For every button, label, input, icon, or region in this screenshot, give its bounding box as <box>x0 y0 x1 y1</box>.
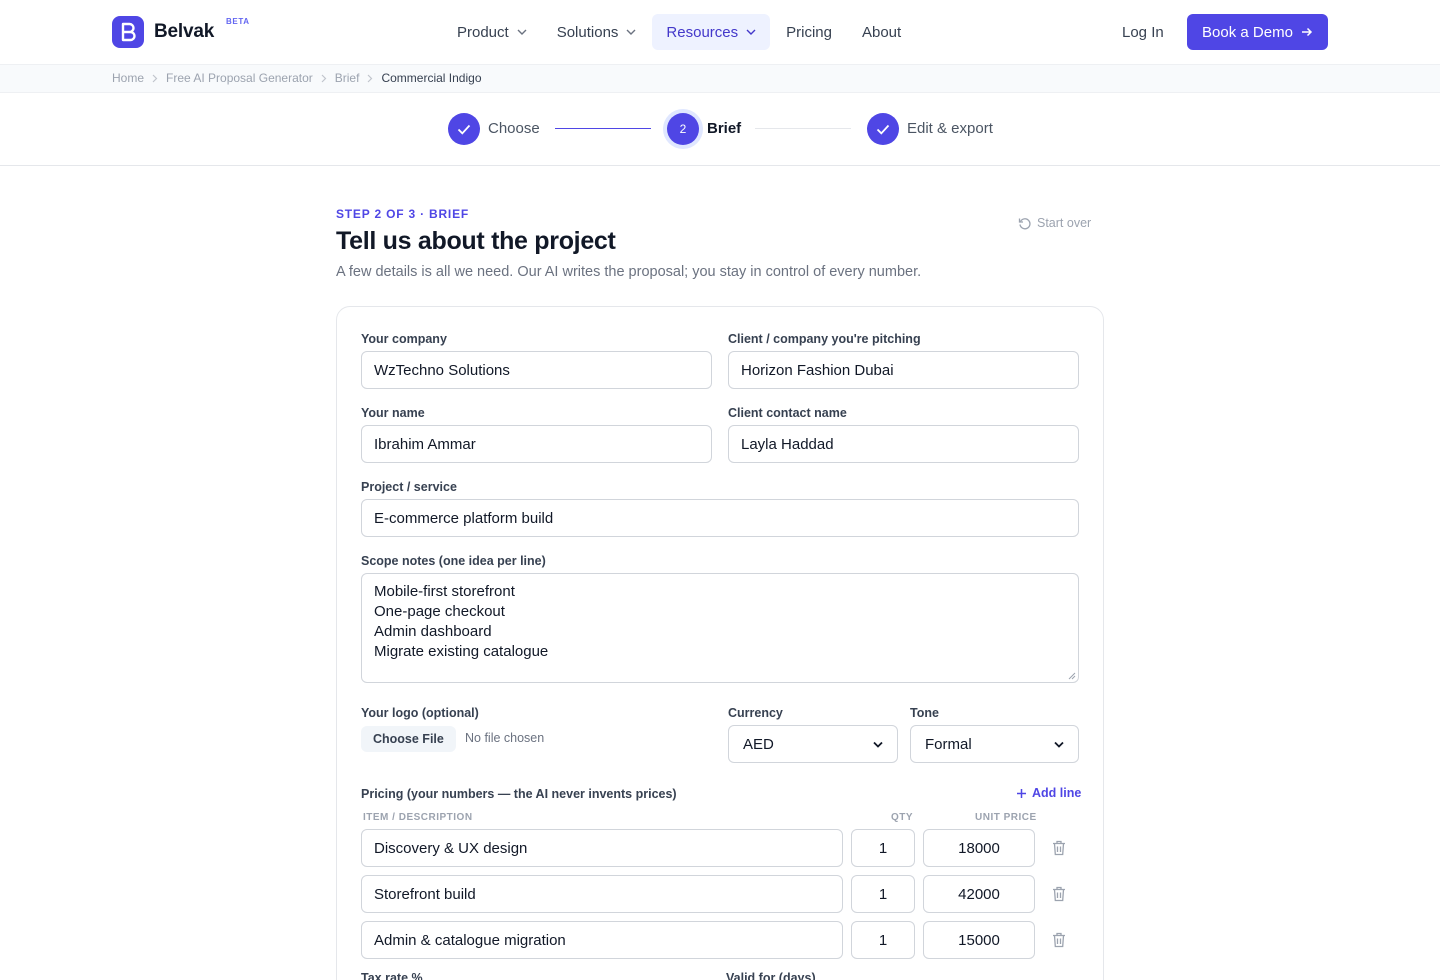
line-item-description[interactable]: Discovery & UX design <box>361 829 843 867</box>
client-contact-input[interactable]: Layla Haddad <box>728 425 1079 463</box>
step-brief-number: 2 <box>667 113 699 145</box>
trash-icon[interactable] <box>1052 840 1066 856</box>
nav-pricing[interactable]: Pricing <box>772 14 846 50</box>
nav-label: Resources <box>666 23 739 41</box>
resize-handle-icon[interactable] <box>1068 672 1076 680</box>
breadcrumb-home[interactable]: Home <box>112 71 144 85</box>
start-over-button[interactable]: Start over <box>1018 216 1091 230</box>
tone-select[interactable]: Formal <box>910 725 1079 763</box>
logo-b-icon <box>112 16 144 48</box>
breadcrumb-bar: Home Free AI Proposal Generator Brief Co… <box>0 64 1440 93</box>
chevron-down-icon <box>1054 741 1064 748</box>
your-name-label: Your name <box>361 406 425 420</box>
scope-line: Mobile-first storefront <box>374 583 515 600</box>
line-item-price[interactable]: 18000 <box>923 829 1035 867</box>
pricing-label: Pricing (your numbers — the AI never inv… <box>361 787 677 801</box>
nav-solutions[interactable]: Solutions <box>543 14 651 50</box>
breadcrumb-current: Commercial Indigo <box>381 71 482 85</box>
brand-logo[interactable]: Belvak <box>112 16 214 48</box>
project-label: Project / service <box>361 480 457 494</box>
project-input[interactable]: E-commerce platform build <box>361 499 1079 537</box>
your-company-label: Your company <box>361 332 447 346</box>
line-item-description[interactable]: Storefront build <box>361 875 843 913</box>
main-nav: Product Solutions Resources Pricing Abou… <box>443 14 917 50</box>
client-company-label: Client / company you're pitching <box>728 332 921 346</box>
chevron-down-icon <box>626 29 636 35</box>
scope-label: Scope notes (one idea per line) <box>361 554 546 568</box>
step-edit-check-icon[interactable] <box>867 113 899 145</box>
step-brief-label: Brief <box>707 120 742 137</box>
step-connector-pending <box>755 128 851 129</box>
currency-select[interactable]: AED <box>728 725 898 763</box>
scope-line: Admin dashboard <box>374 623 492 640</box>
nav-label: Solutions <box>556 23 619 41</box>
nav-about[interactable]: About <box>848 14 915 50</box>
nav-label: About <box>861 23 902 41</box>
step-choose-check-icon[interactable] <box>448 113 480 145</box>
client-company-input[interactable]: Horizon Fashion Dubai <box>728 351 1079 389</box>
nav-product[interactable]: Product <box>443 14 541 50</box>
breadcrumb-generator[interactable]: Free AI Proposal Generator <box>166 71 313 85</box>
breadcrumb: Home Free AI Proposal Generator Brief Co… <box>112 71 482 85</box>
book-demo-button[interactable]: Book a Demo <box>1187 14 1328 50</box>
breadcrumb-brief[interactable]: Brief <box>335 71 360 85</box>
chevron-down-icon <box>517 29 527 35</box>
line-item-qty[interactable]: 1 <box>851 921 915 959</box>
chevron-down-icon <box>746 29 756 35</box>
currency-value: AED <box>743 735 774 753</box>
tax-rate-label: Tax rate % <box>361 971 423 980</box>
client-contact-label: Client contact name <box>728 406 847 420</box>
scope-line: One-page checkout <box>374 603 505 620</box>
chevron-right-icon <box>152 74 158 83</box>
brand-name: Belvak <box>154 21 215 42</box>
add-line-label: Add line <box>1032 786 1082 800</box>
col-qty-header: QTY <box>891 812 914 823</box>
beta-badge: BETA <box>226 17 250 26</box>
trash-icon[interactable] <box>1052 886 1066 902</box>
col-price-header: UNIT PRICE <box>975 812 1037 823</box>
page-subtitle: A few details is all we need. Our AI wri… <box>336 264 922 280</box>
currency-label: Currency <box>728 706 783 720</box>
nav-resources[interactable]: Resources <box>652 14 771 50</box>
choose-file-button[interactable]: Choose File <box>361 726 456 752</box>
scope-line: Migrate existing catalogue <box>374 643 549 660</box>
book-demo-label: Book a Demo <box>1202 23 1293 41</box>
login-link[interactable]: Log In <box>1110 14 1176 50</box>
logo-label: Your logo (optional) <box>361 706 479 720</box>
reset-icon <box>1018 217 1031 229</box>
step-edit-label[interactable]: Edit & export <box>907 120 993 137</box>
start-over-label: Start over <box>1037 216 1092 230</box>
nav-label: Pricing <box>786 23 832 41</box>
chevron-right-icon <box>367 74 373 83</box>
chevron-down-icon <box>873 741 883 748</box>
your-company-input[interactable]: WzTechno Solutions <box>361 351 712 389</box>
line-item-price[interactable]: 15000 <box>923 921 1035 959</box>
line-item-price[interactable]: 42000 <box>923 875 1035 913</box>
step-eyebrow: STEP 2 OF 3 · BRIEF <box>336 207 470 221</box>
tone-label: Tone <box>910 706 939 720</box>
step-choose-label[interactable]: Choose <box>488 120 540 137</box>
line-item-qty[interactable]: 1 <box>851 875 915 913</box>
arrow-right-icon <box>1301 27 1312 37</box>
progress-stepper: Choose 2 Brief Edit & export <box>0 93 1440 166</box>
top-navbar: Belvak BETA Product Solutions Resources … <box>0 0 1440 64</box>
valid-for-label: Valid for (days) <box>726 971 816 980</box>
tone-value: Formal <box>925 735 972 753</box>
step-connector-complete <box>555 128 651 129</box>
chevron-right-icon <box>321 74 327 83</box>
line-item-description[interactable]: Admin & catalogue migration <box>361 921 843 959</box>
nav-label: Product <box>457 23 509 41</box>
line-item-qty[interactable]: 1 <box>851 829 915 867</box>
scope-textarea[interactable]: Mobile-first storefront One-page checkou… <box>361 573 1079 683</box>
plus-icon <box>1017 788 1026 798</box>
page-title: Tell us about the project <box>336 227 616 255</box>
file-status: No file chosen <box>465 731 545 745</box>
col-item-header: ITEM / DESCRIPTION <box>363 812 473 823</box>
add-line-button[interactable]: Add line <box>1016 786 1081 800</box>
trash-icon[interactable] <box>1052 932 1066 948</box>
your-name-input[interactable]: Ibrahim Ammar <box>361 425 712 463</box>
